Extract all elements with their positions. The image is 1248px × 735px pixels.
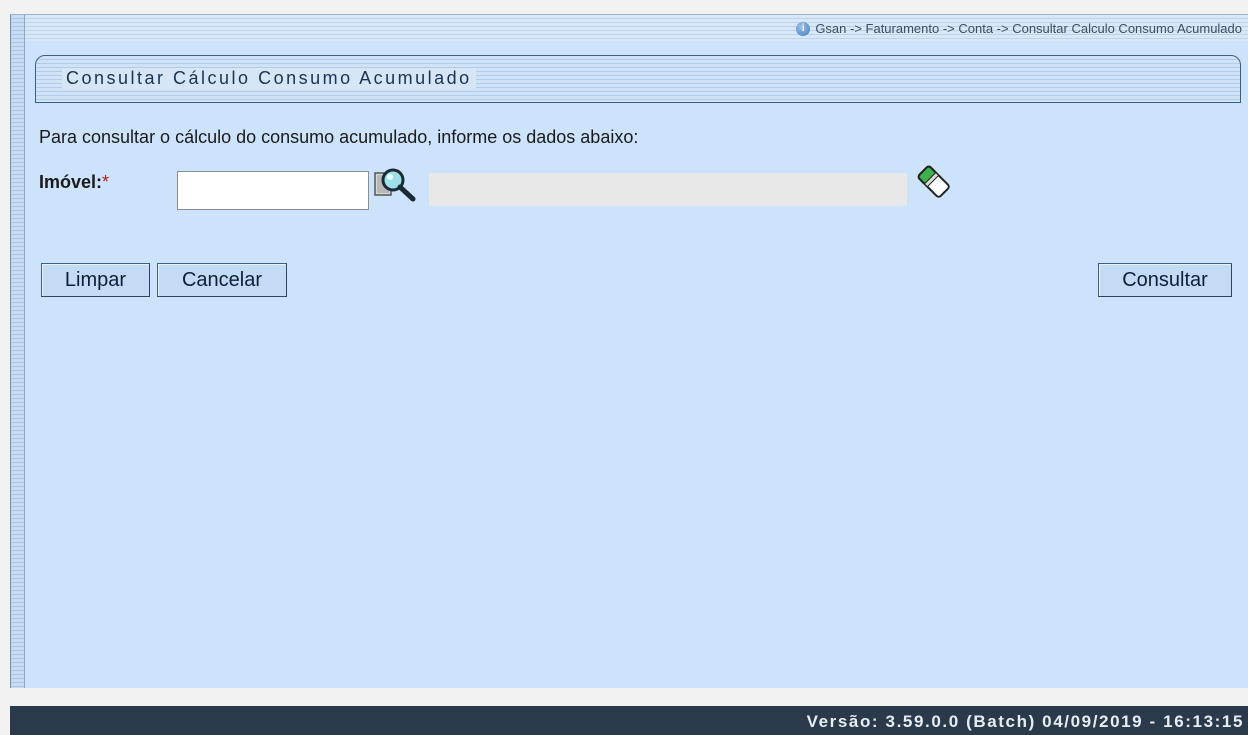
imovel-input[interactable] [177, 171, 369, 210]
footer-bar: Versão: 3.59.0.0 (Batch) 04/09/2019 - 16… [10, 706, 1248, 735]
left-stripe [11, 15, 25, 688]
search-icon[interactable] [373, 165, 419, 203]
instructions-text: Para consultar o cálculo do consumo acum… [39, 127, 639, 147]
cancelar-button[interactable]: Cancelar [157, 263, 287, 297]
info-icon: i [796, 21, 811, 36]
title-box: Consultar Cálculo Consumo Acumulado [35, 55, 1241, 103]
eraser-icon[interactable] [913, 161, 953, 201]
breadcrumb: i Gsan -> Faturamento -> Conta -> Consul… [796, 21, 1242, 36]
imovel-label: Imóvel:* [39, 172, 109, 193]
required-mark: * [102, 172, 110, 192]
imovel-label-text: Imóvel: [39, 172, 103, 192]
limpar-button[interactable]: Limpar [41, 263, 150, 297]
version-text: Versão: 3.59.0.0 (Batch) 04/09/2019 - 16… [806, 712, 1244, 731]
imovel-description-field [429, 173, 907, 206]
main-panel: i Gsan -> Faturamento -> Conta -> Consul… [10, 14, 1248, 688]
page-title: Consultar Cálculo Consumo Acumulado [62, 68, 476, 89]
breadcrumb-text: Gsan -> Faturamento -> Conta -> Consulta… [815, 21, 1242, 36]
top-bar: i Gsan -> Faturamento -> Conta -> Consul… [25, 15, 1248, 41]
consultar-button[interactable]: Consultar [1098, 263, 1232, 297]
